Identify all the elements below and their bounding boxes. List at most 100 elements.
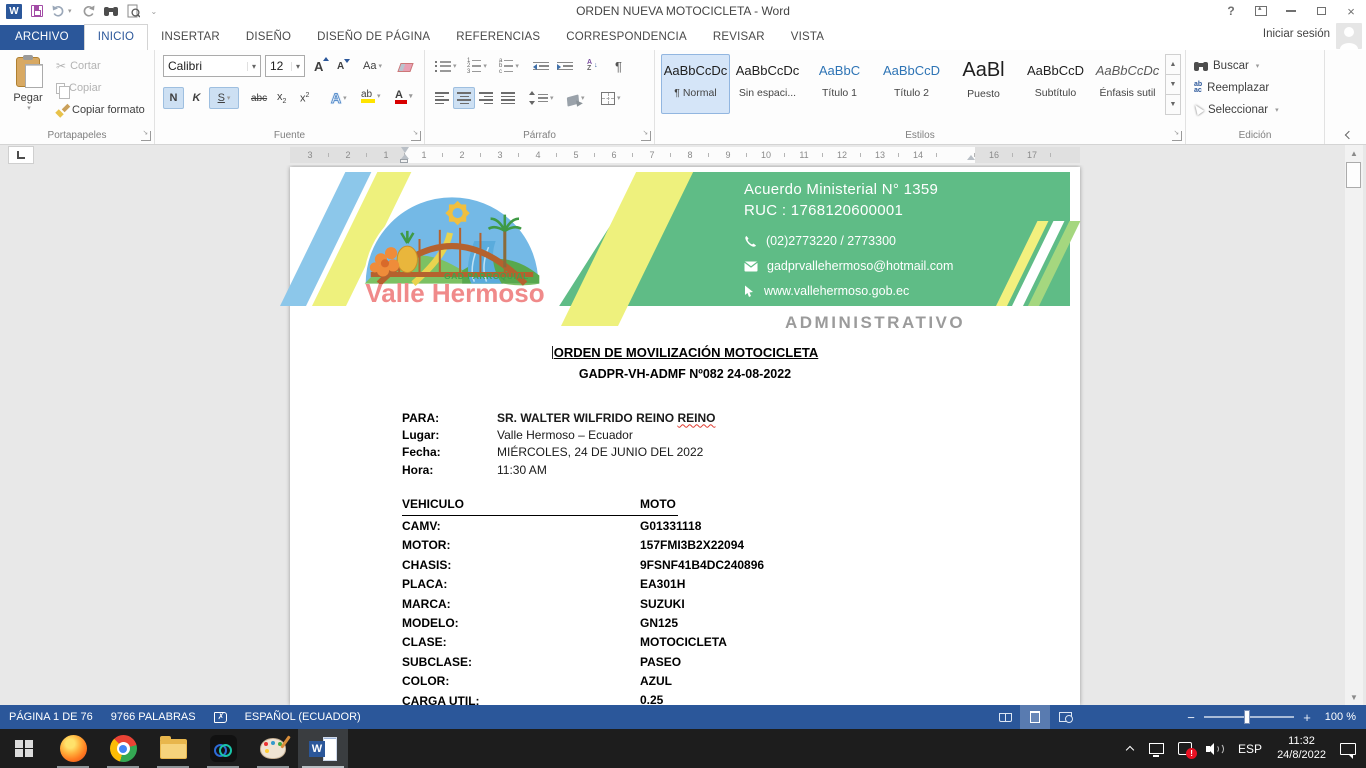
highlight-button[interactable]: ab▾ [357,85,385,107]
tray-expand-button[interactable] [1120,729,1142,768]
tab-vista[interactable]: VISTA [778,25,837,50]
zoom-slider-thumb[interactable] [1244,710,1250,724]
estilos-dialog-launcher[interactable] [1172,131,1182,141]
cut-label[interactable]: Cortar [70,60,101,72]
style-enfasis-sutil[interactable]: AaBbCcDc Énfasis sutil [1093,54,1162,114]
sort-button[interactable]: AZ↓ [583,55,602,77]
language-status[interactable]: ESPAÑOL (ECUADOR) [236,705,370,729]
styles-scroll-down-button[interactable]: ▼ [1165,74,1181,95]
help-button[interactable]: ? [1216,0,1246,22]
taskbar-paint[interactable] [248,729,298,768]
font-family-dropdown-icon[interactable]: ▾ [247,62,260,71]
tab-selector[interactable] [8,146,34,164]
letterhead-banner[interactable]: Acuerdo Ministerial N° 1359 RUC : 176812… [296,172,1070,306]
font-family-combo[interactable]: Calibri ▾ [163,55,261,77]
tab-revisar[interactable]: REVISAR [700,25,778,50]
zoom-in-button[interactable]: + [1300,710,1314,725]
italic-button[interactable]: K [186,87,207,109]
undo-dropdown-icon[interactable]: ▾ [68,7,72,15]
numbering-button[interactable]: 123▾ [463,55,491,77]
style-puesto[interactable]: AaBl Puesto [949,54,1018,114]
change-case-button[interactable]: Aa▾ [359,55,386,77]
style-sin-espaciado[interactable]: AaBbCcDc Sin espaci... [733,54,802,114]
document-page[interactable]: Acuerdo Ministerial N° 1359 RUC : 176812… [290,167,1080,705]
collapse-ribbon-button[interactable] [1344,130,1352,138]
underline-dropdown-icon[interactable]: ▾ [227,94,231,102]
align-left-button[interactable] [431,87,453,109]
text-effects-button[interactable]: A▾ [327,87,351,109]
taskbar-word[interactable]: W [298,729,348,768]
tab-diseno[interactable]: DISEÑO [233,25,304,50]
print-preview-button[interactable] [127,4,140,18]
proofing-status[interactable] [205,705,236,729]
shading-button[interactable]: ▾ [563,87,589,109]
find-qat-button[interactable] [104,7,118,16]
parrafo-dialog-launcher[interactable] [641,131,651,141]
qat-customize-icon[interactable]: ⌄ [151,7,158,16]
restore-button[interactable] [1306,0,1336,22]
portapapeles-dialog-launcher[interactable] [141,131,151,141]
bullets-button[interactable]: ▾ [431,55,461,77]
start-button[interactable] [0,729,48,768]
multilevel-list-button[interactable]: abc▾ [495,55,523,77]
superscript-button[interactable]: x2 [296,87,313,109]
taskbar-webex[interactable] [198,729,248,768]
language-indicator[interactable]: ESP [1231,729,1269,768]
taskbar-chrome[interactable] [98,729,148,768]
format-painter-label[interactable]: Copiar formato [72,104,145,116]
bold-button[interactable]: N [163,87,184,109]
zoom-out-button[interactable]: − [1184,710,1198,725]
style-titulo-2[interactable]: AaBbCcD Título 2 [877,54,946,114]
scrollbar-thumb[interactable] [1346,162,1361,188]
read-mode-button[interactable] [990,705,1020,729]
redo-button[interactable] [81,5,95,17]
increase-indent-button[interactable] [553,55,577,77]
styles-gallery-more-button[interactable]: ▼ [1165,94,1181,115]
action-tray-icon-button[interactable]: ! [1171,729,1199,768]
sign-in-link[interactable]: Iniciar sesión [1263,28,1330,40]
style-titulo-1[interactable]: AaBbC Título 1 [805,54,874,114]
horizontal-ruler[interactable]: 321 12345678910111213141617 [0,145,1366,165]
justify-button[interactable] [497,87,519,109]
style-normal[interactable]: AaBbCcDc ¶ Normal [661,54,730,114]
page-count-status[interactable]: PÁGINA 1 DE 76 [0,705,102,729]
select-button[interactable]: Seleccionar▾ [1194,100,1279,120]
paste-button[interactable]: Pegar ▾ [5,54,51,126]
scroll-up-button[interactable]: ▲ [1345,145,1363,161]
zoom-slider-track[interactable] [1204,716,1294,718]
tab-inicio[interactable]: INICIO [84,24,148,50]
avatar[interactable] [1336,23,1362,49]
align-right-button[interactable] [475,87,497,109]
clock[interactable]: 11:32 24/8/2022 [1269,735,1334,762]
tab-diseno-de-pagina[interactable]: DISEÑO DE PÁGINA [304,25,443,50]
clear-formatting-button[interactable] [395,55,416,77]
minimize-button[interactable] [1276,0,1306,22]
web-layout-button[interactable] [1050,705,1080,729]
fuente-dialog-launcher[interactable] [411,131,421,141]
save-button[interactable] [31,5,43,17]
scroll-down-button[interactable]: ▼ [1345,689,1363,705]
find-button[interactable]: Buscar▾ [1194,56,1259,76]
vertical-scrollbar[interactable]: ▲ ▼ [1345,145,1363,705]
undo-button[interactable]: ▾ [52,5,72,17]
tab-archivo[interactable]: ARCHIVO [0,25,84,50]
taskbar-file-explorer[interactable] [148,729,198,768]
subscript-button[interactable]: x2 [273,87,290,109]
borders-button[interactable]: ▾ [597,87,625,109]
right-indent-marker[interactable] [967,155,975,160]
word-app-icon[interactable]: W [6,4,22,19]
show-paragraph-marks-button[interactable]: ¶ [611,55,626,77]
first-line-indent-marker[interactable] [401,147,409,153]
tab-correspondencia[interactable]: CORRESPONDENCIA [553,25,700,50]
tab-insertar[interactable]: INSERTAR [148,25,233,50]
font-color-button[interactable]: A▾ [391,85,417,107]
action-center-button[interactable] [1340,743,1356,755]
left-indent-marker[interactable] [400,159,408,163]
replace-button[interactable]: abac Reemplazar [1194,78,1269,98]
volume-button[interactable] [1199,729,1231,768]
underline-button[interactable]: S▾ [209,87,239,109]
line-spacing-button[interactable]: ▾ [525,87,558,109]
word-count-status[interactable]: 9766 PALABRAS [102,705,205,729]
taskbar-firefox[interactable] [48,729,98,768]
zoom-level[interactable]: 100 % [1325,711,1356,723]
